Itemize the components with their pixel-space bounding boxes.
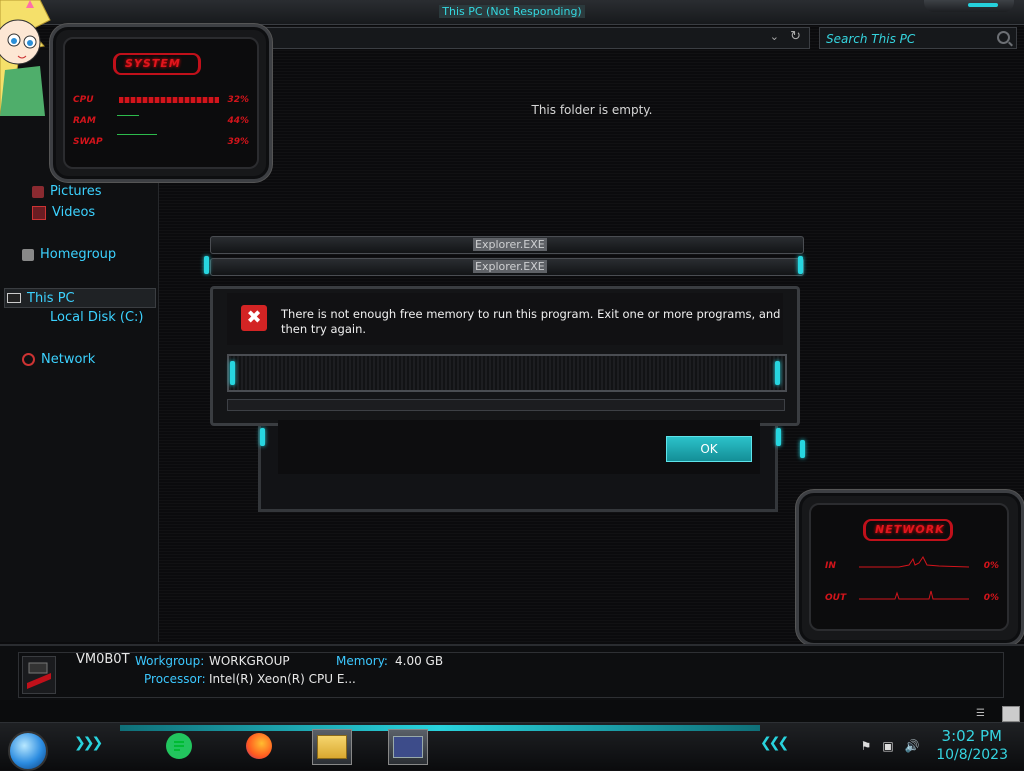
pictures-icon — [32, 185, 44, 198]
ghost-dialog-title: Explorer.EXE — [473, 260, 547, 273]
computer-icon — [7, 293, 21, 303]
dialog-ornament — [775, 361, 780, 385]
homegroup-icon — [22, 248, 34, 261]
status-bar — [0, 700, 1024, 722]
taskbar-control-panel[interactable] — [388, 729, 428, 765]
workgroup-value: WORKGROUP — [209, 654, 290, 668]
volume-icon[interactable]: 🔊 — [904, 739, 920, 753]
system-monitor-gadget[interactable]: SYSTEM CPU 32% RAM 44% SWAP 39% — [50, 24, 272, 182]
ghost-dialog-title: Explorer.EXE — [473, 238, 547, 251]
sidebar-item-label: Pictures — [50, 184, 102, 199]
sidebar-item-videos[interactable]: Videos — [32, 205, 95, 220]
sidebar-item-pictures[interactable]: Pictures — [32, 184, 101, 199]
chevron-icon: ❯❯❯ — [74, 735, 103, 751]
processor-label: Processor: — [144, 672, 206, 686]
in-graph — [859, 556, 969, 568]
window-controls[interactable] — [924, 0, 1014, 12]
taskbar-file-explorer[interactable] — [312, 729, 352, 765]
sidebar-item-homegroup[interactable]: Homegroup — [22, 247, 116, 262]
sidebar-item-label: Videos — [52, 205, 96, 220]
in-label: IN — [825, 561, 836, 571]
sidebar-item-label: Local Disk (C:) — [50, 310, 144, 325]
workgroup-label: Workgroup: — [135, 654, 205, 668]
swap-label: SWAP — [73, 137, 103, 147]
clock-date[interactable]: 10/8/2023 — [936, 747, 1008, 763]
search-box[interactable] — [819, 27, 1017, 49]
network-gadget-title: NETWORK — [875, 523, 945, 536]
taskbar-firefox[interactable] — [240, 729, 278, 763]
control-panel-icon — [393, 736, 423, 758]
start-button[interactable] — [8, 731, 48, 771]
computer-thumbnail-icon — [22, 656, 56, 694]
file-explorer-icon — [317, 735, 347, 759]
ram-label: RAM — [73, 116, 96, 126]
processor-value: Intel(R) Xeon(R) CPU E... — [209, 672, 356, 686]
address-bar[interactable]: ⌄ ↻ — [262, 27, 810, 49]
ram-value: 44% — [227, 116, 249, 126]
sidebar-item-local-disk[interactable]: Local Disk (C:) — [50, 310, 143, 325]
sidebar-item-network[interactable]: Network — [22, 352, 95, 367]
in-value: 0% — [983, 561, 999, 571]
network-tray-icon[interactable]: ▣ — [880, 739, 896, 753]
dialog-message: There is not enough free memory to run t… — [281, 307, 781, 336]
network-monitor-gadget[interactable]: NETWORK IN 0% OUT 0% — [796, 490, 1024, 646]
sidebar-item-label: Network — [41, 352, 96, 367]
search-icon[interactable] — [997, 31, 1010, 44]
chevron-down-icon[interactable]: ⌄ — [770, 30, 779, 43]
search-input[interactable] — [824, 30, 978, 48]
dialog-ornament — [798, 256, 803, 274]
dialog-ornament — [776, 428, 781, 446]
memory-value: 4.00 GB — [395, 654, 444, 668]
sidebar-item-label: Homegroup — [40, 247, 117, 262]
window-title: This PC (Not Responding) — [0, 5, 1024, 18]
refresh-icon[interactable]: ↻ — [790, 29, 801, 44]
error-icon: ✖ — [241, 305, 267, 331]
taskbar-notes-app[interactable] — [160, 729, 198, 763]
details-pane: VM0B0T Workgroup: WORKGROUP Memory: 4.00… — [0, 644, 1024, 702]
empty-folder-message: This folder is empty. — [531, 103, 653, 117]
details-view-icon[interactable]: ☰ — [976, 708, 990, 720]
ghost-dialog-title-bar: Explorer.EXE — [210, 258, 804, 276]
dialog-ornament — [800, 440, 805, 458]
swap-value: 39% — [227, 137, 249, 147]
dialog-decor-bar — [227, 354, 787, 392]
out-graph — [859, 590, 969, 600]
notes-app-icon — [166, 733, 192, 759]
sidebar-item-this-pc[interactable]: This PC — [4, 288, 156, 308]
title-bar: This PC (Not Responding) — [0, 0, 1024, 25]
clock-time[interactable]: 3:02 PM — [942, 727, 1002, 745]
dialog-ornament — [230, 361, 235, 385]
large-icons-view-icon[interactable] — [1002, 706, 1020, 722]
ram-graph — [117, 115, 139, 116]
cpu-bar — [119, 97, 219, 103]
computer-name: VM0B0T — [76, 652, 130, 667]
cpu-value: 32% — [227, 95, 249, 105]
videos-icon — [32, 205, 46, 220]
dialog-decor-strip — [227, 399, 785, 411]
dialog-ornament — [204, 256, 209, 274]
chevron-icon: ❮❮❮ — [760, 735, 789, 751]
network-icon — [22, 353, 35, 366]
out-value: 0% — [983, 593, 999, 603]
action-center-flag-icon[interactable]: ⚑ — [858, 739, 874, 753]
sidebar-item-label: This PC — [27, 290, 75, 306]
cpu-label: CPU — [73, 95, 94, 105]
dialog-ornament — [260, 428, 265, 446]
taskbar-accent-band — [120, 725, 760, 731]
system-gadget-title: SYSTEM — [125, 57, 181, 70]
dialog-message-area: ✖ There is not enough free memory to run… — [227, 293, 783, 345]
ok-button[interactable]: OK — [666, 436, 752, 462]
taskbar: ❯❯❯ ❮❮❮ ⚑ ▣ 🔊 3:02 PM 10/8/2023 — [0, 722, 1024, 771]
error-dialog: ✖ There is not enough free memory to run… — [210, 286, 800, 426]
ghost-dialog-title-bar: Explorer.EXE — [210, 236, 804, 254]
out-label: OUT — [825, 593, 847, 603]
memory-label: Memory: — [336, 654, 388, 668]
swap-graph — [117, 134, 157, 135]
firefox-icon — [246, 733, 272, 759]
